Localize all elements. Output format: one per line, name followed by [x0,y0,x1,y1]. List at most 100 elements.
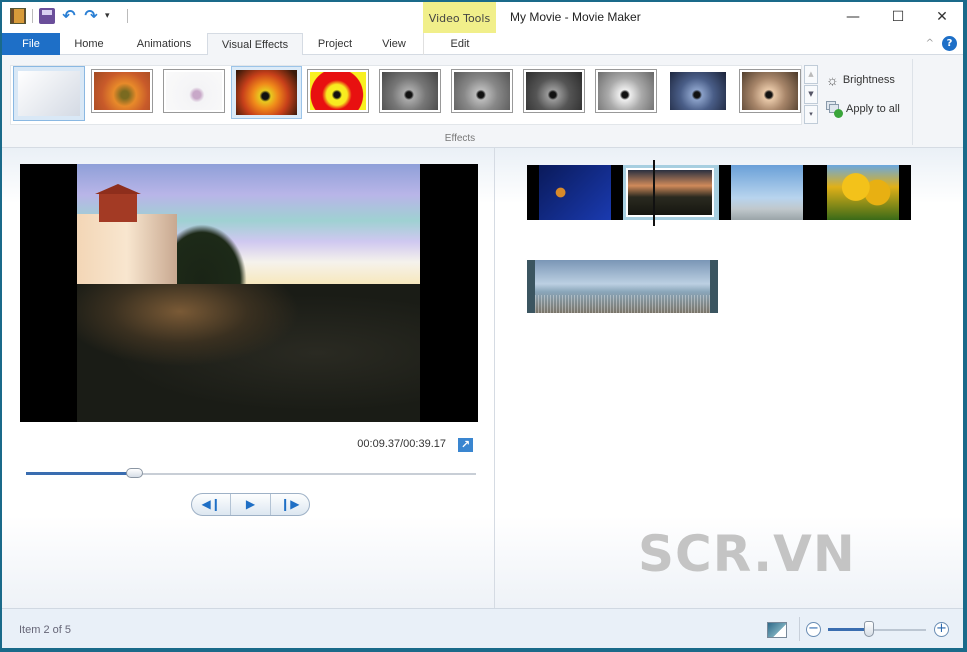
apply-to-all-label: Apply to all [846,103,900,115]
fullscreen-icon[interactable]: ↗ [458,438,473,452]
quick-access-toolbar: ↶ ↷ ▾ [10,8,128,24]
clip-thumbnail [626,168,714,217]
brightness-label: Brightness [842,74,895,86]
status-separator [799,617,800,641]
effect-preview [598,72,654,110]
tab-edit[interactable]: Edit [423,33,496,55]
title-bar: ↶ ↷ ▾ Video Tools My Movie - Movie Maker… [2,2,963,33]
save-icon[interactable] [39,8,55,24]
clip-thumbnail [827,165,899,220]
zoom-out-button[interactable]: − [806,622,821,637]
gallery-scroll-down[interactable]: ▼ [804,85,818,104]
effect-blur[interactable] [91,69,153,113]
clip-lighthouse[interactable] [623,165,719,220]
clip-tulips[interactable] [815,165,911,220]
time-row: 00:09.37/00:39.17 ↗ [2,438,478,454]
effect-bw-cyan[interactable] [451,69,513,113]
item-count: Item 2 of 5 [19,624,71,636]
preview-pane: 00:09.37/00:39.17 ↗ ◀❙ ▶ ❙▶ [2,148,495,608]
tab-animations[interactable]: Animations [124,33,204,55]
preview-frame [77,164,420,422]
effect-preview [236,70,297,115]
zoom-thumb[interactable] [864,621,875,637]
customize-qat-icon[interactable]: ▾ [105,8,121,24]
effect-posterize[interactable] [231,66,302,119]
ribbon-tabs: File Home Animations Visual Effects Proj… [2,33,963,56]
undo-icon[interactable]: ↶ [61,8,77,24]
brightness-icon: ☼ [826,72,839,88]
group-separator [912,59,913,145]
effects-group-label: Effects [444,133,476,144]
effects-gallery [10,65,802,125]
maximize-button[interactable]: ☐ [883,6,913,28]
zoom-in-button[interactable]: + [934,622,949,637]
gallery-scroll-up[interactable]: ▲ [804,65,818,84]
tab-project[interactable]: Project [306,33,364,55]
effect-bw-yellow[interactable] [595,69,657,113]
effect-edge-detection[interactable] [163,69,225,113]
effect-preview [382,72,438,110]
video-tools-header: Video Tools [423,2,496,33]
effect-preview [526,72,582,110]
previous-frame-button[interactable]: ◀❙ [192,494,232,515]
effect-preview [18,71,80,116]
seek-slider[interactable] [26,468,476,478]
effect-cyanotype[interactable] [667,69,729,113]
ribbon: ▲ ▼ ▾ ☼ Brightness Apply to all Effects [2,55,963,148]
preview-lighthouse-lantern [95,184,141,222]
playhead[interactable] [653,160,655,226]
tab-view[interactable]: View [370,33,418,55]
movie-maker-window: ↶ ↷ ▾ Video Tools My Movie - Movie Maker… [2,2,963,648]
next-frame-button[interactable]: ❙▶ [271,494,309,515]
video-preview[interactable] [20,164,478,422]
app-icon[interactable] [10,8,26,24]
clip-jellyfish[interactable] [527,165,623,220]
play-button[interactable]: ▶ [231,494,271,515]
apply-to-all-button[interactable]: Apply to all [826,101,900,118]
clip-thumbnail [539,165,611,220]
seek-fill [26,472,134,475]
qat-separator [32,9,33,23]
effect-preview [742,72,798,110]
collapse-ribbon-icon[interactable]: ^ [926,38,934,49]
effect-preview [166,72,222,110]
workspace: 00:09.37/00:39.17 ↗ ◀❙ ▶ ❙▶ SCR.VN [2,148,963,608]
clip-thumbnail [731,165,803,220]
effect-sepia[interactable] [739,69,801,113]
tab-file[interactable]: File [2,33,60,55]
seek-thumb[interactable] [126,468,143,478]
clip-penguins[interactable] [719,165,815,220]
zoom-fill [828,628,870,631]
video-clips [527,165,911,220]
gallery-more-button[interactable]: ▾ [804,105,818,124]
apply-to-all-icon [826,101,843,118]
help-icon[interactable]: ? [942,36,957,51]
help-area: ^ ? [926,36,957,51]
redo-icon[interactable]: ↷ [83,8,99,24]
watermark: SCR.VN [638,525,856,583]
audio-clip[interactable] [527,260,718,313]
effect-threshold[interactable] [307,69,369,113]
thumbnail-size-icon[interactable] [767,622,787,638]
preview-rocks [77,284,420,422]
storyboard: SCR.VN [496,148,963,608]
effect-no-effect[interactable] [13,66,85,121]
minimize-button[interactable]: — [838,6,868,28]
playback-time: 00:09.37/00:39.17 [357,438,446,450]
brightness-button[interactable]: ☼ Brightness [826,72,895,88]
effect-bw-red[interactable] [523,69,585,113]
effect-preview [670,72,726,110]
playback-controls: ◀❙ ▶ ❙▶ [191,493,310,516]
check-badge [834,109,843,118]
close-button[interactable]: ✕ [927,6,957,28]
gallery-scroller: ▲ ▼ ▾ [804,65,818,125]
zoom-slider[interactable] [828,621,926,637]
effect-grayscale[interactable] [379,69,441,113]
tab-home[interactable]: Home [64,33,114,55]
qat-separator [127,9,128,23]
tab-visual-effects[interactable]: Visual Effects [207,33,303,56]
effect-preview [454,72,510,110]
effect-preview [310,72,366,110]
status-bar: Item 2 of 5 − + [2,608,963,648]
effect-preview [94,72,150,110]
